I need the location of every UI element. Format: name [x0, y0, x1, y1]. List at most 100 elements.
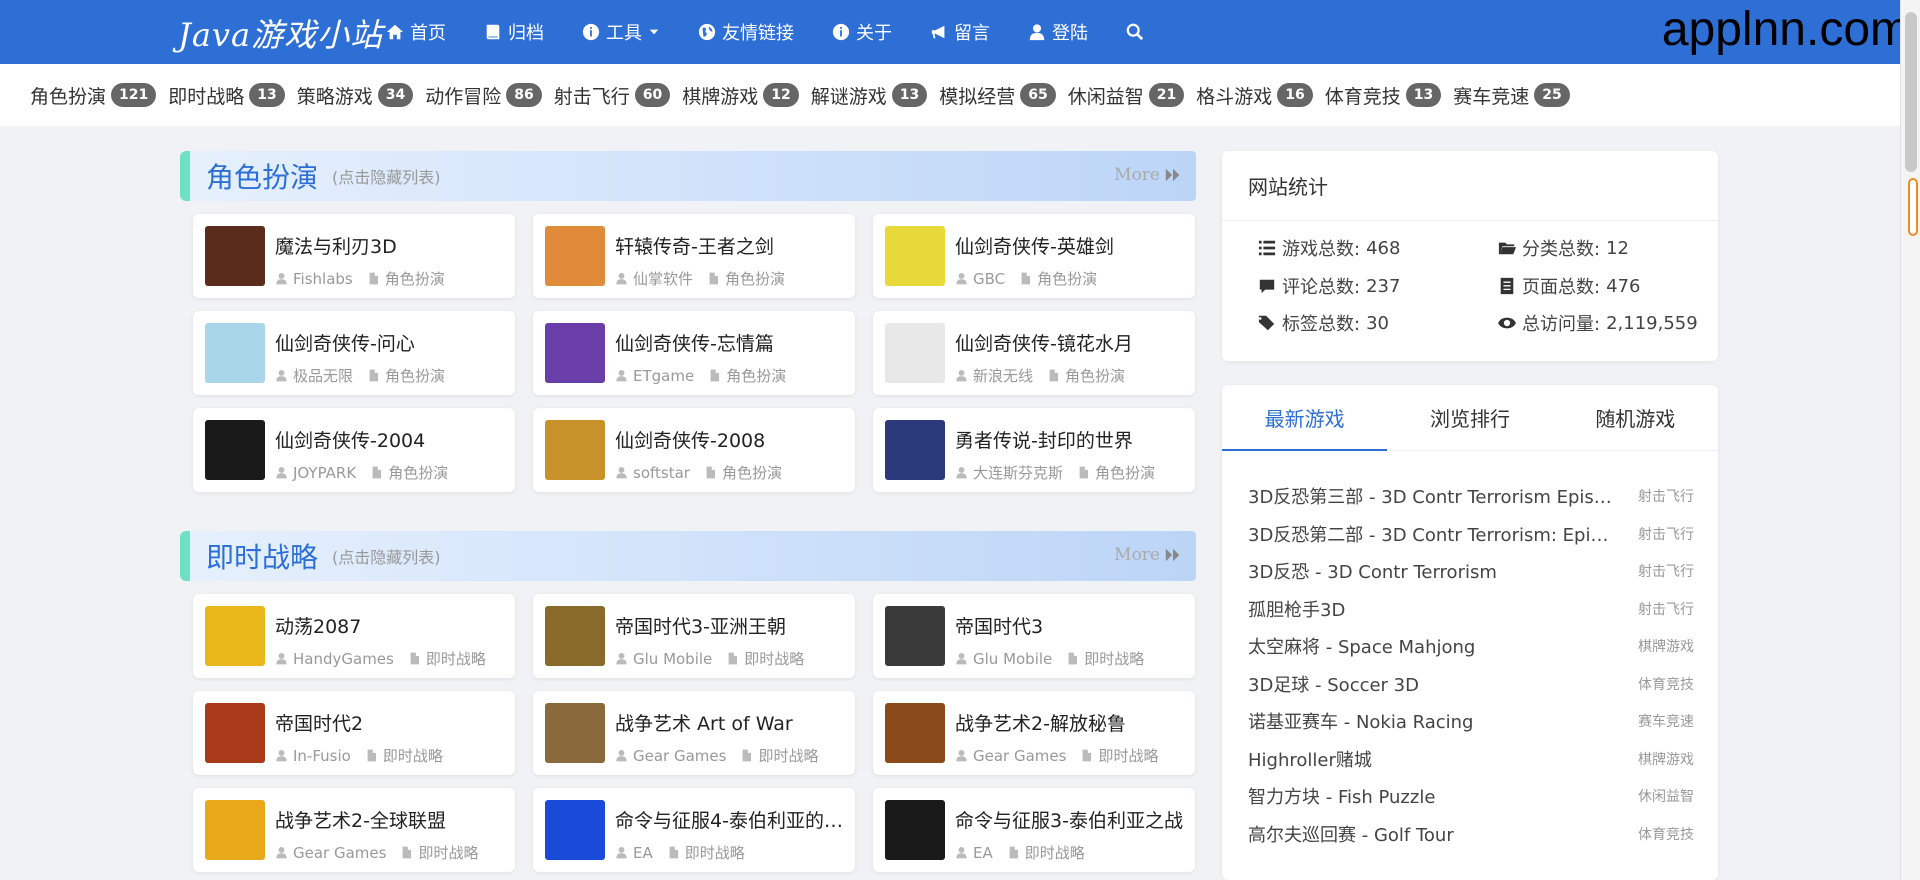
page-scrollbar[interactable] — [1900, 0, 1920, 880]
game-author[interactable]: EA — [973, 844, 993, 862]
list-item[interactable]: 3D反恐 - 3D Contr Terrorism 射击飞行 — [1248, 556, 1694, 586]
game-list-tab[interactable]: 浏览排行 — [1387, 385, 1552, 450]
category-link[interactable]: 动作冒险 86 — [425, 82, 542, 109]
game-category[interactable]: 角色扮演 — [1065, 365, 1125, 386]
list-item-category[interactable]: 体育竞技 — [1638, 674, 1694, 694]
game-category[interactable]: 即时战略 — [685, 842, 745, 863]
game-thumbnail[interactable] — [205, 226, 265, 286]
list-item[interactable]: 3D反恐第三部 - 3D Contr Terrorism Episode 3 射击… — [1248, 481, 1694, 511]
game-thumbnail[interactable] — [545, 323, 605, 383]
game-thumbnail[interactable] — [545, 226, 605, 286]
game-title[interactable]: 命令与征服4-泰伯利亚的黄昏 — [615, 806, 847, 833]
game-author[interactable]: Glu Mobile — [973, 650, 1052, 668]
game-thumbnail[interactable] — [885, 420, 945, 480]
list-item-name[interactable]: 3D足球 - Soccer 3D — [1248, 671, 1614, 697]
list-item-category[interactable]: 赛车竞速 — [1638, 711, 1694, 731]
game-thumbnail[interactable] — [205, 606, 265, 666]
game-title[interactable]: 帝国时代3-亚洲王朝 — [615, 612, 847, 639]
list-item-category[interactable]: 棋牌游戏 — [1638, 636, 1694, 656]
game-card[interactable]: 战争艺术2-全球联盟 Gear Games 即时战略 — [193, 788, 515, 872]
game-thumbnail[interactable] — [885, 800, 945, 860]
list-item[interactable]: 智力方块 - Fish Puzzle 休闲益智 — [1248, 781, 1694, 811]
game-category[interactable]: 角色扮演 — [726, 365, 786, 386]
list-item-category[interactable]: 射击飞行 — [1638, 561, 1694, 581]
list-item-category[interactable]: 射击飞行 — [1638, 599, 1694, 619]
game-title[interactable]: 魔法与利刃3D — [275, 232, 507, 259]
nav-item-guestbook[interactable]: 留言 — [930, 19, 990, 45]
game-author[interactable]: 极品无限 — [293, 365, 353, 386]
list-item-name[interactable]: 3D反恐 - 3D Contr Terrorism — [1248, 558, 1614, 584]
game-author[interactable]: 新浪无线 — [973, 365, 1033, 386]
game-title[interactable]: 勇者传说-封印的世界 — [955, 426, 1187, 453]
game-category[interactable]: 角色扮演 — [722, 462, 782, 483]
category-link[interactable]: 模拟经营 65 — [939, 82, 1056, 109]
list-item[interactable]: 诺基亚赛车 - Nokia Racing 赛车竞速 — [1248, 706, 1694, 736]
game-author[interactable]: Fishlabs — [293, 270, 353, 288]
game-thumbnail[interactable] — [545, 606, 605, 666]
category-link[interactable]: 休闲益智 21 — [1068, 82, 1185, 109]
game-card[interactable]: 战争艺术2-解放秘鲁 Gear Games 即时战略 — [873, 691, 1195, 775]
game-card[interactable]: 帝国时代3 Glu Mobile 即时战略 — [873, 594, 1195, 678]
section-header[interactable]: 即时战略 (点击隐藏列表) More — [180, 531, 1196, 581]
section-header[interactable]: 角色扮演 (点击隐藏列表) More — [180, 151, 1196, 201]
game-category[interactable]: 即时战略 — [758, 745, 818, 766]
category-link[interactable]: 角色扮演 121 — [30, 82, 157, 109]
list-item-name[interactable]: 智力方块 - Fish Puzzle — [1248, 783, 1614, 809]
list-item-name[interactable]: 3D反恐第二部 - 3D Contr Terrorism: Episode 2 — [1248, 521, 1614, 547]
category-link[interactable]: 棋牌游戏 12 — [682, 82, 799, 109]
game-thumbnail[interactable] — [545, 800, 605, 860]
nav-item-login[interactable]: 登陆 — [1028, 19, 1088, 45]
game-category[interactable]: 角色扮演 — [385, 365, 445, 386]
game-card[interactable]: 命令与征服4-泰伯利亚的黄昏 EA 即时战略 — [533, 788, 855, 872]
game-list-tab[interactable]: 最新游戏 — [1222, 385, 1388, 451]
category-link[interactable]: 即时战略 13 — [168, 82, 285, 109]
list-item[interactable]: 孤胆枪手3D 射击飞行 — [1248, 594, 1694, 624]
game-card[interactable]: 轩辕传奇-王者之剑 仙掌软件 角色扮演 — [533, 214, 855, 298]
game-category[interactable]: 即时战略 — [383, 745, 443, 766]
game-title[interactable]: 战争艺术2-解放秘鲁 — [955, 709, 1187, 736]
game-list-tab[interactable]: 随机游戏 — [1553, 385, 1718, 450]
game-author[interactable]: 大连斯芬克斯 — [973, 462, 1063, 483]
game-author[interactable]: GBC — [973, 270, 1005, 288]
game-title[interactable]: 仙剑奇侠传-2004 — [275, 426, 507, 453]
game-author[interactable]: In-Fusio — [293, 747, 351, 765]
game-title[interactable]: 仙剑奇侠传-忘情篇 — [615, 329, 847, 356]
game-card[interactable]: 仙剑奇侠传-忘情篇 ETgame 角色扮演 — [533, 311, 855, 395]
game-card[interactable]: 仙剑奇侠传-2008 softstar 角色扮演 — [533, 408, 855, 492]
game-category[interactable]: 角色扮演 — [388, 462, 448, 483]
game-category[interactable]: 即时战略 — [426, 648, 486, 669]
game-card[interactable]: 帝国时代2 In-Fusio 即时战略 — [193, 691, 515, 775]
game-title[interactable]: 帝国时代3 — [955, 612, 1187, 639]
game-author[interactable]: Gear Games — [973, 747, 1066, 765]
game-thumbnail[interactable] — [545, 420, 605, 480]
game-author[interactable]: HandyGames — [293, 650, 394, 668]
game-card[interactable]: 动荡2087 HandyGames 即时战略 — [193, 594, 515, 678]
game-thumbnail[interactable] — [545, 703, 605, 763]
list-item-category[interactable]: 射击飞行 — [1638, 486, 1694, 506]
nav-item-archive[interactable]: 归档 — [484, 19, 544, 45]
game-category[interactable]: 即时战略 — [1098, 745, 1158, 766]
list-item[interactable]: 3D反恐第二部 - 3D Contr Terrorism: Episode 2 射… — [1248, 519, 1694, 549]
game-thumbnail[interactable] — [885, 323, 945, 383]
game-author[interactable]: Gear Games — [293, 844, 386, 862]
list-item-category[interactable]: 射击飞行 — [1638, 524, 1694, 544]
game-card[interactable]: 仙剑奇侠传-2004 JOYPARK 角色扮演 — [193, 408, 515, 492]
game-card[interactable]: 魔法与利刃3D Fishlabs 角色扮演 — [193, 214, 515, 298]
game-author[interactable]: 仙掌软件 — [633, 268, 693, 289]
game-title[interactable]: 仙剑奇侠传-问心 — [275, 329, 507, 356]
list-item-name[interactable]: 孤胆枪手3D — [1248, 596, 1614, 622]
list-item-category[interactable]: 休闲益智 — [1638, 786, 1694, 806]
game-category[interactable]: 即时战略 — [744, 648, 804, 669]
game-title[interactable]: 仙剑奇侠传-镜花水月 — [955, 329, 1187, 356]
game-card[interactable]: 战争艺术 Art of War Gear Games 即时战略 — [533, 691, 855, 775]
game-card[interactable]: 仙剑奇侠传-问心 极品无限 角色扮演 — [193, 311, 515, 395]
section-more-link[interactable]: More — [1114, 545, 1182, 565]
list-item-name[interactable]: 太空麻将 - Space Mahjong — [1248, 633, 1614, 659]
list-item[interactable]: Highroller赌城 棋牌游戏 — [1248, 744, 1694, 774]
game-author[interactable]: JOYPARK — [293, 464, 356, 482]
category-link[interactable]: 射击飞行 60 — [554, 82, 671, 109]
list-item[interactable]: 3D足球 - Soccer 3D 体育竞技 — [1248, 669, 1694, 699]
game-thumbnail[interactable] — [885, 606, 945, 666]
nav-item-home[interactable]: 首页 — [386, 19, 446, 45]
game-category[interactable]: 角色扮演 — [725, 268, 785, 289]
